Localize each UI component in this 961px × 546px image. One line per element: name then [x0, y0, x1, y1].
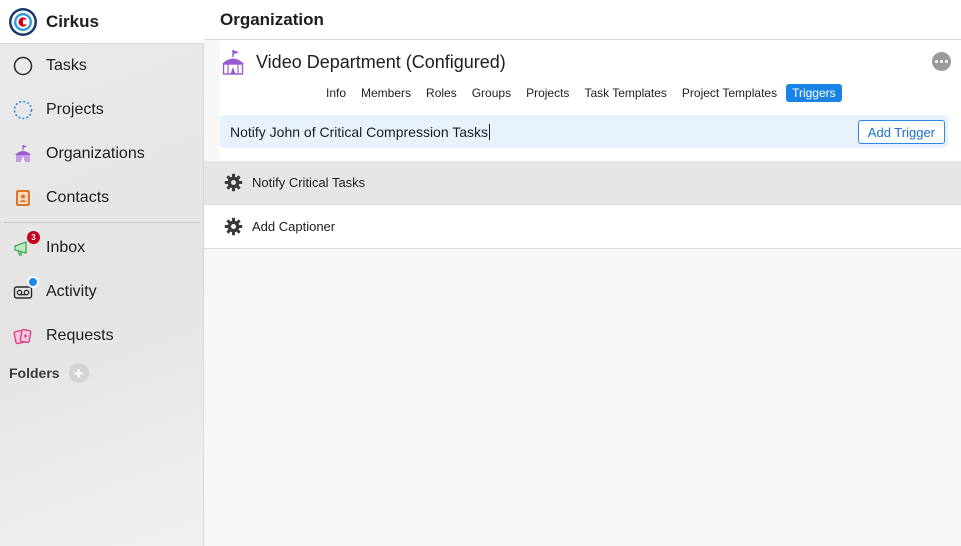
add-folder-button[interactable]: + — [68, 363, 89, 383]
tab-project-templates[interactable]: Project Templates — [676, 84, 783, 102]
address-book-icon — [12, 187, 34, 209]
megaphone-icon: 3 — [12, 231, 40, 259]
folders-label: Folders — [9, 365, 60, 381]
app-name: Cirkus — [46, 11, 99, 31]
tab-roles[interactable]: Roles — [420, 84, 463, 102]
gear-icon — [224, 217, 243, 236]
sidebar: Cirkus Tasks Projects Organizations Cont… — [0, 0, 204, 546]
dashed-circle-icon — [12, 99, 34, 121]
sidebar-item-inbox[interactable]: 3 Inbox — [0, 226, 204, 270]
add-trigger-button[interactable]: Add Trigger — [857, 120, 945, 144]
inbox-count-badge: 3 — [27, 231, 40, 244]
circus-tent-icon — [222, 50, 244, 75]
organization-name: Video Department (Configured) — [256, 51, 506, 72]
sidebar-divider — [4, 222, 200, 223]
sidebar-item-label: Tasks — [46, 57, 87, 74]
sidebar-nav: Tasks Projects Organizations Contacts 3 … — [0, 44, 204, 358]
trigger-name-input[interactable]: Notify John of Critical Compression Task… — [220, 115, 948, 148]
trigger-label: Add Captioner — [252, 219, 336, 234]
sidebar-item-label: Organizations — [46, 145, 145, 162]
sidebar-item-label: Inbox — [46, 239, 86, 256]
app-brand[interactable]: Cirkus — [0, 0, 204, 44]
ellipsis-icon — [935, 60, 938, 63]
list-item[interactable]: Notify Critical Tasks — [204, 161, 961, 205]
sidebar-item-activity[interactable]: Activity — [0, 270, 204, 314]
sidebar-item-requests[interactable]: Requests — [0, 314, 204, 358]
sidebar-item-label: Projects — [46, 101, 104, 118]
list-item[interactable]: Add Captioner — [204, 205, 961, 249]
trigger-list: Notify Critical Tasks Add Captioner — [204, 161, 961, 249]
tab-triggers[interactable]: Triggers — [786, 84, 842, 102]
tab-groups[interactable]: Groups — [466, 84, 517, 102]
main-header: Organization — [204, 0, 961, 40]
ellipsis-icon — [945, 60, 948, 63]
tab-task-templates[interactable]: Task Templates — [578, 84, 672, 102]
sidebar-item-label: Requests — [46, 327, 114, 344]
organization-tabs: Info Members Roles Groups Projects Task … — [320, 84, 842, 102]
trigger-input-value: Notify John of Critical Compression Task… — [230, 123, 489, 140]
tab-projects[interactable]: Projects — [520, 84, 575, 102]
sidebar-item-label: Contacts — [46, 189, 110, 206]
sidebar-item-projects[interactable]: Projects — [0, 88, 204, 132]
ellipsis-icon — [940, 60, 943, 63]
activity-dot-badge — [27, 276, 39, 288]
circle-outline-icon — [12, 55, 34, 77]
page-title: Organization — [220, 10, 324, 29]
folders-section: Folders + — [9, 363, 89, 383]
sidebar-item-label: Activity — [46, 283, 97, 300]
cirkus-logo-icon — [9, 7, 37, 36]
organization-panel: Video Department (Configured) Info Membe… — [220, 40, 961, 160]
trigger-label: Notify Critical Tasks — [252, 175, 366, 190]
tab-members[interactable]: Members — [355, 84, 417, 102]
organization-heading: Video Department (Configured) — [220, 48, 506, 76]
sidebar-item-organizations[interactable]: Organizations — [0, 132, 204, 176]
gear-icon — [224, 173, 243, 192]
voicemail-icon — [12, 276, 39, 303]
circus-tent-icon — [12, 143, 34, 165]
main-content: Organization Video Department (Configure… — [204, 0, 961, 546]
text-cursor — [489, 123, 491, 140]
cards-icon — [12, 325, 34, 347]
more-options-button[interactable] — [932, 52, 951, 71]
tab-info[interactable]: Info — [320, 84, 352, 102]
sidebar-item-contacts[interactable]: Contacts — [0, 176, 204, 220]
sidebar-item-tasks[interactable]: Tasks — [0, 44, 204, 88]
